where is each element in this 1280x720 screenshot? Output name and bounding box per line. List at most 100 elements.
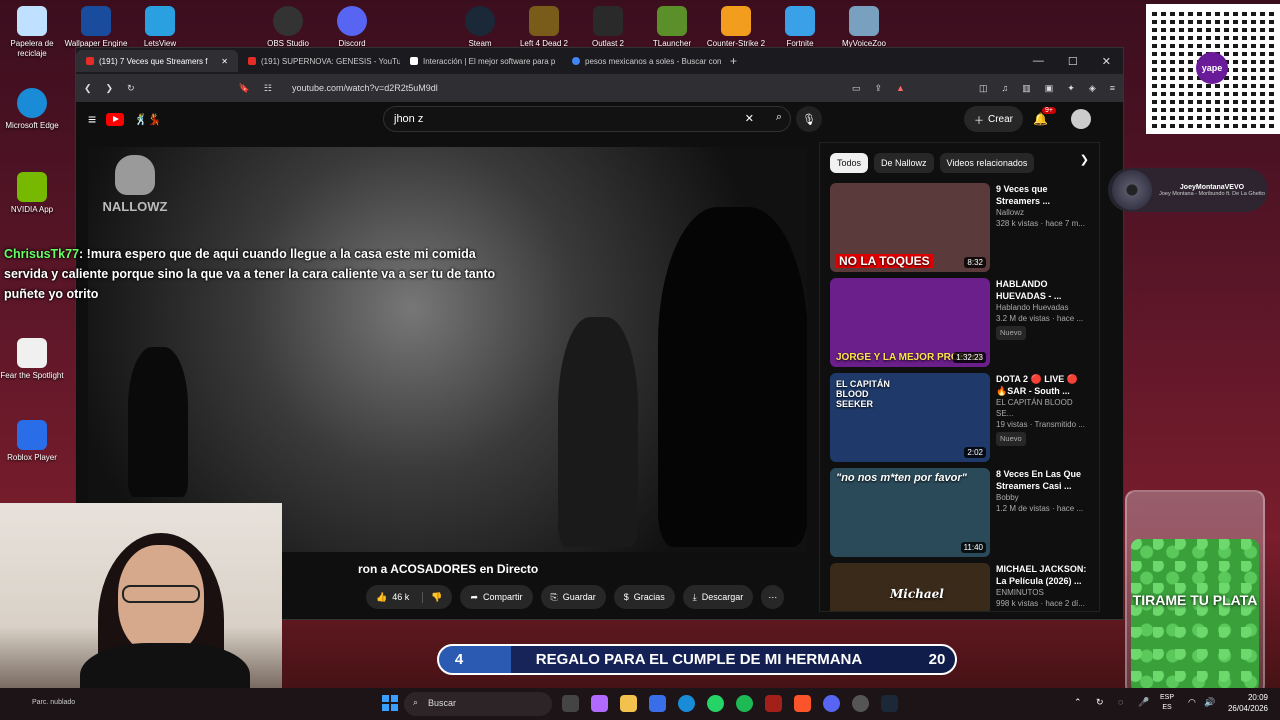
bookmark-icon[interactable]: 🔖 [239, 83, 250, 94]
back-icon[interactable]: ❮ [84, 83, 92, 94]
myvoicezoo-icon[interactable]: MyVoiceZoo [831, 6, 897, 49]
chip-from-channel[interactable]: De Nallowz [874, 153, 934, 173]
wallpaper-engine-icon[interactable]: Wallpaper Engine [63, 6, 129, 49]
edge-icon[interactable] [678, 695, 695, 712]
recommendation-item[interactable]: "no nos m*ten por favor" 11:40 8 Veces En… [830, 468, 1089, 557]
chevron-up-icon[interactable]: ⌃ [1074, 697, 1082, 708]
ai-icon[interactable]: ✦ [1067, 83, 1075, 94]
whatsapp-icon[interactable] [707, 695, 724, 712]
outlast2-icon[interactable]: Outlast 2 [575, 6, 641, 49]
brave-icon[interactable] [794, 695, 811, 712]
chip-all[interactable]: Todos [830, 153, 869, 173]
letsview-icon[interactable]: LetsView [127, 6, 193, 49]
menu-icon[interactable]: ≡ [1110, 83, 1115, 93]
roblox-player-icon[interactable]: Roblox Player [0, 420, 65, 463]
create-button[interactable]: ＋ Crear [964, 106, 1024, 132]
nvidia-app-icon[interactable]: NVIDIA App [0, 172, 65, 215]
rec-channel[interactable]: Nallowz [996, 207, 1089, 218]
more-actions-icon[interactable]: ⋯ [761, 585, 785, 609]
recommendation-item[interactable]: NO LA TOQUES 8:32 9 Veces que Streamers .… [830, 183, 1089, 272]
wallet-icon[interactable]: ▣ [1045, 83, 1054, 94]
clock[interactable]: 20:09 26/04/2026 [1228, 692, 1268, 714]
new-tab-icon[interactable]: + [730, 54, 737, 68]
app-tray-icon[interactable]: ◌ [1118, 697, 1123, 707]
fortnite-icon[interactable]: Fortnite [767, 6, 833, 49]
spotify-icon[interactable] [736, 695, 753, 712]
rec-channel[interactable]: EL CAPITÁN BLOOD SE... [996, 397, 1089, 419]
save-button[interactable]: ⎘ Guardar [540, 585, 606, 609]
obs-taskbar-icon[interactable] [852, 695, 869, 712]
screenshot-icon[interactable]: ◫ [979, 83, 988, 94]
rec-title[interactable]: 9 Veces que Streamers ... [996, 183, 1089, 207]
pip-icon[interactable]: ▭ [852, 83, 861, 94]
weather-widget[interactable]: Parc. nublado [32, 699, 75, 706]
music-icon[interactable]: ♫ [1001, 83, 1008, 93]
rec-title[interactable]: DOTA 2 🔴 LIVE 🔴 🔥SAR - South ... [996, 373, 1089, 397]
sidebar-icon[interactable]: ▥ [1022, 83, 1031, 94]
share-icon[interactable]: ⇪ [875, 83, 883, 94]
rec-channel[interactable]: Hablando Huevadas [996, 302, 1089, 313]
rec-channel[interactable]: Bobby [996, 492, 1089, 503]
hamburger-menu-icon[interactable]: ≡ [88, 111, 96, 127]
copilot-icon[interactable] [591, 695, 608, 712]
brave-shield-icon[interactable]: ▲ [896, 83, 905, 93]
tlauncher-icon[interactable]: TLauncher [639, 6, 705, 49]
chip-related[interactable]: Videos relacionados [939, 153, 1035, 173]
recommendation-item[interactable]: Michael MICHAEL JACKSON: La Película (20… [830, 563, 1089, 611]
video-thumbnail[interactable]: JORGE Y LA MEJOR PROPINA 1:32:23 [830, 278, 990, 367]
close-window-icon[interactable]: ✕ [1102, 55, 1111, 68]
taskbar-search[interactable]: ⌕ Buscar [404, 692, 552, 716]
url-field[interactable]: youtube.com/watch?v=d2R2t5uM9dl [292, 83, 838, 93]
discord-taskbar-icon[interactable] [823, 695, 840, 712]
share-button[interactable]: ➦ Compartir [460, 585, 533, 609]
browser-tab[interactable]: pesos mexicanos a soles - Buscar con [562, 50, 724, 72]
forward-icon[interactable]: ❯ [106, 83, 114, 94]
video-thumbnail[interactable]: EL CAPITÁN BLOOD SEEKER 2:02 [830, 373, 990, 462]
site-info-icon[interactable]: ☷ [264, 83, 272, 94]
file-explorer-icon[interactable] [620, 695, 637, 712]
volume-icon[interactable]: 🔊 [1204, 697, 1215, 708]
chevron-right-icon[interactable]: ❯ [1080, 153, 1089, 173]
vpn-icon[interactable]: ◈ [1089, 83, 1096, 94]
like-button[interactable]: 👍 46 k 👎 [366, 585, 453, 609]
video-thumbnail[interactable]: Michael [830, 563, 990, 611]
left4dead2-icon[interactable]: Left 4 Dead 2 [511, 6, 577, 49]
language-indicator[interactable]: ESP ES [1160, 693, 1174, 713]
recommendation-item[interactable]: EL CAPITÁN BLOOD SEEKER 2:02 DOTA 2 🔴 LIV… [830, 373, 1089, 462]
wifi-icon[interactable]: ◠ [1188, 697, 1196, 708]
recommendation-item[interactable]: JORGE Y LA MEJOR PROPINA 1:32:23 HABLANDO… [830, 278, 1089, 367]
minimize-icon[interactable]: — [1033, 55, 1044, 68]
search-input[interactable]: jhon z ✕ ⌕ [383, 106, 791, 132]
microphone-tray-icon[interactable]: 🎤 [1138, 697, 1149, 708]
video-thumbnail[interactable]: NO LA TOQUES 8:32 [830, 183, 990, 272]
rec-title[interactable]: 8 Veces En Las Que Streamers Casi ... [996, 468, 1089, 492]
thumbs-down-icon[interactable]: 👎 [422, 591, 442, 603]
recycle-bin-icon[interactable]: Papelera de reciclaje [0, 6, 65, 59]
notifications-bell-icon[interactable]: 🔔 [1033, 112, 1048, 126]
rec-title[interactable]: MICHAEL JACKSON: La Película (2026) ... [996, 563, 1089, 587]
browser-tab[interactable]: (191) 7 Veces que Streamers f ✕ [76, 50, 238, 72]
video-player[interactable]: NALLOWZ [88, 147, 807, 552]
sync-icon[interactable]: ↻ [1096, 697, 1104, 708]
avatar[interactable] [1071, 109, 1091, 129]
browser-tab[interactable]: (191) SUPERNOVA: GENESIS - YouTub [238, 50, 400, 72]
reload-icon[interactable]: ↻ [127, 83, 135, 94]
download-button[interactable]: ⤓ Descargar [682, 585, 754, 609]
microphone-icon[interactable]: 🎙 [796, 106, 822, 132]
steam-taskbar-icon[interactable] [881, 695, 898, 712]
obs-studio-icon[interactable]: OBS Studio [255, 6, 321, 49]
youtube-logo-icon[interactable] [106, 112, 125, 126]
rec-title[interactable]: HABLANDO HUEVADAS - ... [996, 278, 1089, 302]
search-icon[interactable]: ⌕ [776, 111, 782, 124]
task-view-icon[interactable] [562, 695, 579, 712]
dota2-icon[interactable] [765, 695, 782, 712]
store-icon[interactable] [649, 695, 666, 712]
counter-strike-icon[interactable]: Counter-Strike 2 [703, 6, 769, 49]
fear-the-spotlight-icon[interactable]: Fear the Spotlight [0, 338, 65, 381]
discord-icon[interactable]: Discord [319, 6, 385, 49]
steam-icon[interactable]: Steam [447, 6, 513, 49]
rec-channel[interactable]: ENMINUTOS [996, 587, 1089, 598]
video-thumbnail[interactable]: "no nos m*ten por favor" 11:40 [830, 468, 990, 557]
windows-start-icon[interactable] [382, 695, 398, 711]
thanks-button[interactable]: $ Gracias [613, 585, 675, 609]
